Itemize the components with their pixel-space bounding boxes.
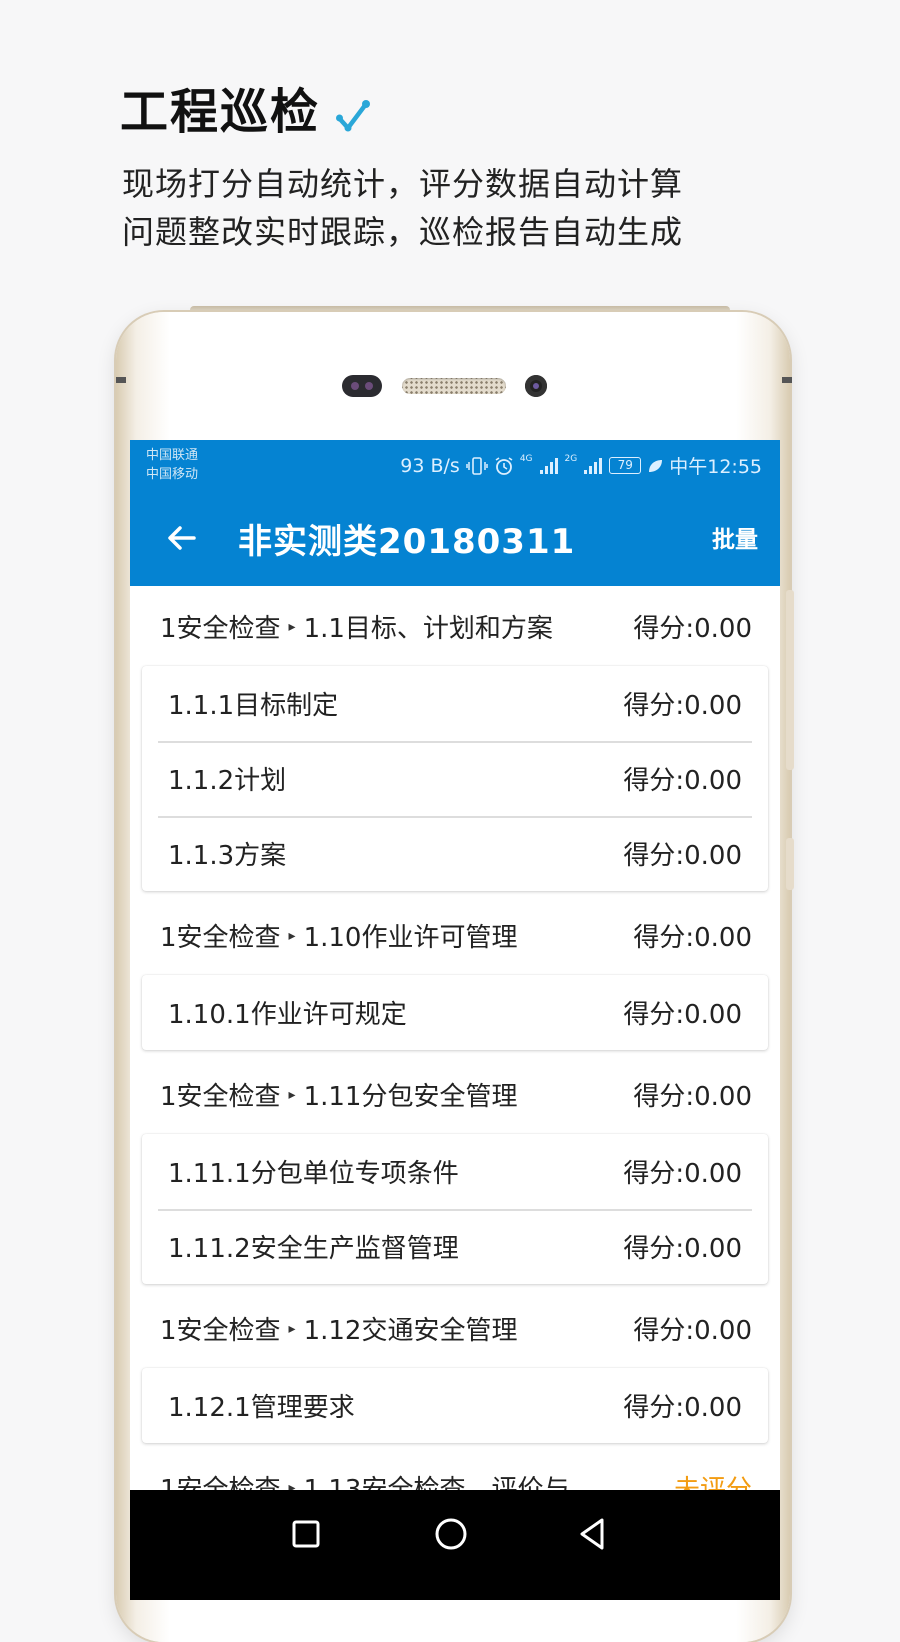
group-score: 得分:0.00 <box>633 1081 752 1112</box>
promo-title: 工程巡检 <box>120 84 321 140</box>
phone-screen: 中国联通 中国移动 93 B/s 4G 2G 79 中午12:55 非实测类20… <box>130 440 780 1600</box>
status-icons: 93 B/s 4G 2G 79 中午12:55 <box>400 452 762 479</box>
group-header[interactable]: 1安全检查 ▸ 1.10作业许可管理 得分:0.00 <box>130 895 780 975</box>
item-score: 得分:0.00 <box>623 766 742 796</box>
list-item[interactable]: 1.11.1分包单位专项条件 得分:0.00 <box>142 1134 768 1209</box>
vibrate-icon <box>466 456 488 475</box>
breadcrumb-arrow-icon: ▸ <box>288 1321 296 1337</box>
network-type-2: 2G <box>564 453 578 464</box>
group-section: 1.12交通安全管理 <box>303 1315 518 1346</box>
item-card: 1.10.1作业许可规定 得分:0.00 <box>142 975 768 1050</box>
page-title: 非实测类20180311 <box>238 522 576 562</box>
back-arrow-icon[interactable] <box>160 516 204 560</box>
sensor-lens <box>365 382 373 390</box>
promo-subtitle: 现场打分自动统计，评分数据自动计算 问题整改实时跟踪，巡检报告自动生成 <box>122 160 762 256</box>
group-section: 1.10作业许可管理 <box>303 922 518 953</box>
item-score: 得分:0.00 <box>623 1393 742 1423</box>
group-header[interactable]: 1安全检查 ▸ 1.12交通安全管理 得分:0.00 <box>130 1288 780 1368</box>
list-item[interactable]: 1.10.1作业许可规定 得分:0.00 <box>142 975 768 1050</box>
antenna-line <box>116 377 126 383</box>
item-score: 得分:0.00 <box>623 1000 742 1030</box>
network-speed: 93 B/s <box>400 454 460 477</box>
item-card: 1.12.1管理要求 得分:0.00 <box>142 1368 768 1443</box>
group-score: 得分:0.00 <box>633 1315 752 1346</box>
back-triangle-icon[interactable] <box>570 1510 618 1558</box>
group-category: 1安全检查 <box>160 1081 281 1112</box>
signal-icon <box>539 457 558 474</box>
volume-button <box>786 590 794 770</box>
group-category: 1安全检查 <box>160 922 281 953</box>
group-header[interactable]: 1安全检查 ▸ 1.1目标、计划和方案 得分:0.00 <box>130 586 780 666</box>
group-section: 1.11分包安全管理 <box>303 1081 518 1112</box>
breadcrumb-arrow-icon: ▸ <box>288 619 296 635</box>
system-nav-bar <box>130 1490 780 1600</box>
sensor-lens <box>351 382 359 390</box>
recents-square-icon[interactable] <box>282 1510 330 1558</box>
inspection-list: 1安全检查 ▸ 1.1目标、计划和方案 得分:0.00 1.1.1目标制定 得分:0… <box>130 586 780 1527</box>
leaf-icon <box>649 459 663 472</box>
batch-button[interactable]: 批量 <box>712 520 758 554</box>
item-name: 1.1.1目标制定 <box>168 691 339 721</box>
carrier-2: 中国移动 <box>146 467 199 482</box>
alarm-icon <box>495 456 513 475</box>
group-category: 1安全检查 <box>160 613 281 644</box>
battery-level: 79 <box>617 458 633 472</box>
list-item[interactable]: 1.1.1目标制定 得分:0.00 <box>142 666 768 741</box>
item-name: 1.11.1分包单位专项条件 <box>168 1159 459 1189</box>
check-icon <box>336 100 370 132</box>
group-score: 得分:0.00 <box>633 613 752 644</box>
item-score: 得分:0.00 <box>623 1159 742 1189</box>
item-score: 得分:0.00 <box>623 841 742 871</box>
camera-lens <box>533 383 539 389</box>
item-name: 1.1.2计划 <box>168 766 287 796</box>
signal-icon <box>584 457 603 474</box>
group-score: 得分:0.00 <box>633 922 752 953</box>
breadcrumb-arrow-icon: ▸ <box>288 1087 296 1103</box>
item-name: 1.1.3方案 <box>168 841 287 871</box>
list-item[interactable]: 1.1.2计划 得分:0.00 <box>142 741 768 816</box>
group-section: 1.1目标、计划和方案 <box>303 613 553 644</box>
item-score: 得分:0.00 <box>623 691 742 721</box>
carrier-1: 中国联通 <box>146 448 199 463</box>
list-item[interactable]: 1.1.3方案 得分:0.00 <box>142 816 768 891</box>
item-name: 1.10.1作业许可规定 <box>168 1000 407 1030</box>
item-card: 1.1.1目标制定 得分:0.00 1.1.2计划 得分:0.00 1.1.3方… <box>142 666 768 891</box>
sensor-pill <box>342 375 382 397</box>
status-bar: 中国联通 中国移动 93 B/s 4G 2G 79 中午12:55 <box>130 440 780 490</box>
status-time: 中午12:55 <box>669 456 762 478</box>
front-camera <box>525 375 547 397</box>
breadcrumb-arrow-icon: ▸ <box>288 928 296 944</box>
antenna-line <box>782 377 792 383</box>
group-category: 1安全检查 <box>160 1315 281 1346</box>
list-item[interactable]: 1.12.1管理要求 得分:0.00 <box>142 1368 768 1443</box>
promo-line-1: 现场打分自动统计，评分数据自动计算 <box>122 165 684 203</box>
list-item[interactable]: 1.11.2安全生产监督管理 得分:0.00 <box>142 1209 768 1284</box>
app-bar: 非实测类20180311 批量 <box>130 490 780 586</box>
carrier-info: 中国联通 中国移动 <box>146 446 198 484</box>
item-name: 1.11.2安全生产监督管理 <box>168 1234 459 1264</box>
item-card: 1.11.1分包单位专项条件 得分:0.00 1.11.2安全生产监督管理 得分… <box>142 1134 768 1284</box>
promo-line-2: 问题整改实时跟踪，巡检报告自动生成 <box>122 213 684 251</box>
battery-icon: 79 <box>609 457 642 474</box>
power-button <box>786 838 794 890</box>
item-name: 1.12.1管理要求 <box>168 1393 355 1423</box>
group-header[interactable]: 1安全检查 ▸ 1.11分包安全管理 得分:0.00 <box>130 1054 780 1134</box>
home-circle-icon[interactable] <box>427 1510 475 1558</box>
item-score: 得分:0.00 <box>623 1234 742 1264</box>
earpiece-speaker <box>402 378 506 394</box>
network-type-1: 4G <box>519 453 533 464</box>
